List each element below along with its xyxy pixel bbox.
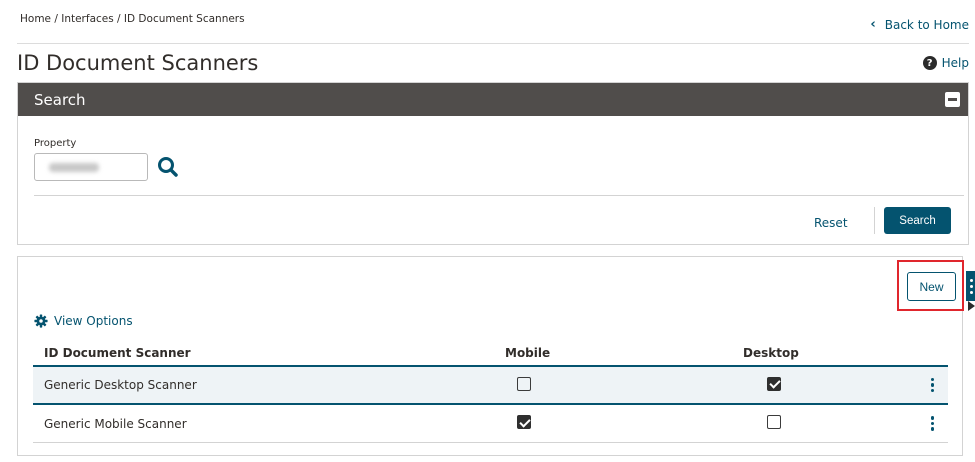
help-label: Help bbox=[941, 56, 969, 70]
collapse-icon[interactable] bbox=[945, 92, 960, 107]
search-panel: Search Property Reset Search bbox=[17, 82, 969, 245]
help-link[interactable]: ? Help bbox=[922, 56, 969, 70]
scanner-name: Generic Mobile Scanner bbox=[44, 416, 187, 431]
mobile-checkbox[interactable] bbox=[517, 415, 531, 429]
search-panel-title: Search bbox=[34, 90, 86, 109]
gear-icon bbox=[34, 314, 48, 328]
desktop-checkbox[interactable] bbox=[767, 415, 781, 429]
column-header-mobile[interactable]: Mobile bbox=[433, 346, 653, 360]
search-button[interactable]: Search bbox=[884, 207, 951, 234]
reset-link[interactable]: Reset bbox=[814, 216, 848, 230]
new-button[interactable]: New bbox=[907, 272, 956, 301]
back-to-home-link[interactable]: ‹ Back to Home bbox=[870, 17, 969, 32]
row-actions-icon[interactable] bbox=[927, 376, 939, 395]
page-title: ID Document Scanners bbox=[17, 51, 259, 75]
column-header-desktop[interactable]: Desktop bbox=[653, 346, 893, 360]
scanner-name: Generic Desktop Scanner bbox=[44, 378, 197, 392]
page-actions-menu-icon[interactable] bbox=[966, 271, 975, 301]
results-panel: New View Options ID Document Scanner Mob… bbox=[17, 256, 975, 456]
view-options-link[interactable]: View Options bbox=[34, 314, 133, 328]
help-icon: ? bbox=[922, 56, 937, 70]
row-actions-icon[interactable] bbox=[927, 414, 939, 433]
column-header-scanner[interactable]: ID Document Scanner bbox=[33, 346, 433, 360]
mobile-checkbox[interactable] bbox=[517, 376, 531, 391]
back-to-home-label: Back to Home bbox=[884, 17, 969, 32]
chevron-left-icon: ‹ bbox=[870, 17, 876, 32]
search-icon[interactable] bbox=[156, 155, 180, 179]
divider bbox=[34, 195, 964, 196]
desktop-checkbox[interactable] bbox=[767, 376, 781, 391]
breadcrumb[interactable]: Home / Interfaces / ID Document Scanners bbox=[20, 13, 245, 25]
separator bbox=[874, 207, 875, 234]
search-panel-header: Search bbox=[18, 83, 968, 116]
property-input[interactable] bbox=[34, 153, 148, 181]
property-value-redacted bbox=[49, 163, 99, 172]
pointer-triangle-icon bbox=[968, 301, 975, 311]
view-options-label: View Options bbox=[54, 314, 133, 328]
breadcrumb-bar: Home / Interfaces / ID Document Scanners… bbox=[17, 0, 969, 44]
scanners-table: ID Document Scanner Mobile Desktop Gener… bbox=[33, 341, 948, 443]
table-row[interactable]: Generic Mobile Scanner bbox=[33, 405, 948, 443]
property-label: Property bbox=[34, 138, 77, 149]
table-row[interactable]: Generic Desktop Scanner bbox=[33, 367, 948, 405]
table-header: ID Document Scanner Mobile Desktop bbox=[33, 341, 948, 367]
